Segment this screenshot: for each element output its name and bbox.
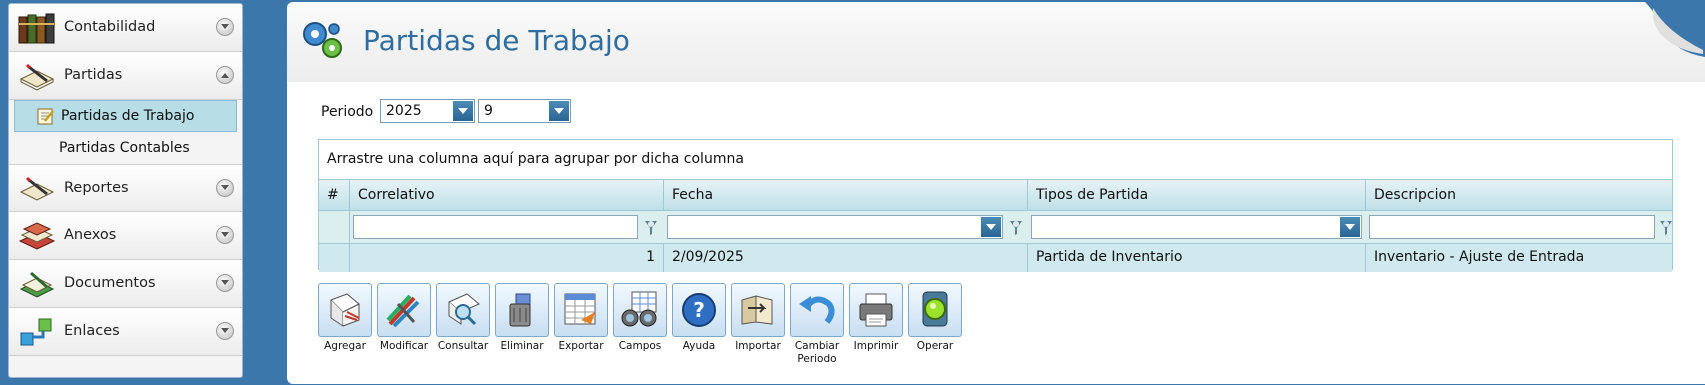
main-panel: Partidas de Trabajo Periodo 2025 9 Arras… [287, 2, 1705, 384]
descripcion-filter-input[interactable] [1369, 215, 1655, 239]
column-header-descripcion[interactable]: Descripcion [1366, 180, 1672, 210]
eliminar-button[interactable] [495, 283, 549, 337]
sidebar: Contabilidad Partidas Partidas de Trabaj… [0, 0, 248, 385]
page-title: Partidas de Trabajo [363, 24, 630, 57]
filter-icon[interactable] [1009, 220, 1023, 236]
collapse-toggle-icon[interactable] [216, 66, 234, 84]
column-header-tipos-de-partida[interactable]: Tipos de Partida [1028, 180, 1366, 210]
operar-label: Operar [916, 340, 954, 352]
modificar-button[interactable] [377, 283, 431, 337]
campos-button[interactable] [613, 283, 667, 337]
expand-toggle-icon[interactable] [216, 179, 234, 197]
partidas-grid: Arrastre una columna aquí para agrupar p… [318, 139, 1673, 272]
binoculars-icon [621, 291, 657, 327]
month-select[interactable]: 9 [478, 99, 571, 123]
sidebar-group-label: Documentos [64, 275, 156, 291]
month-value: 9 [484, 103, 493, 119]
fecha-cell: 2/09/2025 [664, 244, 1028, 272]
export-spreadsheet-icon [564, 293, 596, 325]
grid-header: # Correlativo Fecha Tipos de Partida Des… [319, 180, 1672, 211]
stacked-books-icon [18, 222, 56, 250]
consultar-button[interactable] [436, 283, 490, 337]
sidebar-item-partidas-contables[interactable]: Partidas Contables [9, 132, 242, 164]
descripcion-cell: Inventario - Ajuste de Entrada [1374, 249, 1585, 265]
sidebar-group-label: Contabilidad [64, 19, 156, 35]
document-pen-icon [19, 271, 55, 298]
sidebar-group-label: Partidas [64, 67, 123, 83]
notepad-icon [37, 108, 54, 125]
sidebar-group-label: Enlaces [64, 323, 120, 339]
importar-button[interactable] [731, 283, 785, 337]
books-icon [18, 13, 55, 44]
filter-icon[interactable] [644, 220, 658, 236]
sidebar-item-partidas-de-trabajo[interactable]: Partidas de Trabajo [14, 100, 237, 132]
ayuda-button[interactable]: ? [672, 283, 726, 337]
sidebar-group-reportes[interactable]: Reportes [9, 164, 242, 212]
expand-toggle-icon[interactable] [216, 18, 234, 36]
svg-text:?: ? [693, 298, 705, 322]
correlativo-cell: 1 [350, 244, 664, 272]
agregar-button[interactable] [318, 283, 372, 337]
expand-toggle-icon[interactable] [216, 322, 234, 340]
group-by-hint: Arrastre una columna aquí para agrupar p… [327, 151, 744, 167]
journal-pen-icon [19, 63, 55, 91]
column-header-fecha[interactable]: Fecha [664, 180, 1028, 210]
sidebar-group-partidas[interactable]: Partidas [9, 52, 242, 100]
expand-toggle-icon[interactable] [216, 274, 234, 292]
filter-icon[interactable] [1659, 220, 1673, 236]
traffic-light-icon [922, 291, 948, 327]
tipo-cell: Partida de Inventario [1028, 244, 1366, 272]
column-header-correlativo[interactable]: Correlativo [350, 180, 664, 210]
gears-icon [303, 22, 342, 58]
filter-row [319, 211, 1672, 244]
magnifier-document-icon [448, 293, 480, 326]
cambiar-periodo-button[interactable] [790, 283, 844, 337]
link-arrows-icon [20, 318, 52, 346]
chevron-down-icon[interactable] [1340, 217, 1360, 237]
sidebar-item-label: Partidas de Trabajo [61, 108, 195, 124]
fecha-filter-select[interactable] [667, 215, 1003, 239]
correlativo-filter-input[interactable] [353, 215, 638, 239]
operar-button[interactable] [908, 283, 962, 337]
year-select[interactable]: 2025 [380, 99, 475, 123]
report-pen-icon [19, 176, 55, 201]
chevron-down-icon[interactable] [453, 101, 473, 121]
chevron-down-icon[interactable] [549, 101, 569, 121]
printer-icon [859, 293, 893, 327]
periodo-label: Periodo [321, 104, 374, 120]
page-curl-decoration [1645, 2, 1705, 57]
sidebar-item-label: Partidas Contables [59, 140, 190, 156]
sidebar-group-label: Reportes [64, 180, 129, 196]
edit-pencils-icon [386, 294, 420, 328]
add-document-icon [330, 293, 360, 327]
page-header: Partidas de Trabajo [287, 2, 1705, 82]
sidebar-group-enlaces[interactable]: Enlaces [9, 308, 242, 356]
navigation-panel: Contabilidad Partidas Partidas de Trabaj… [8, 3, 243, 378]
expand-toggle-icon[interactable] [216, 226, 234, 244]
sidebar-group-contabilidad[interactable]: Contabilidad [9, 4, 242, 52]
tipos-de-partida-filter-select[interactable] [1031, 215, 1362, 239]
year-value: 2025 [386, 103, 422, 119]
table-row[interactable]: 1 2/09/2025 Partida de Inventario Invent… [319, 244, 1672, 272]
exportar-button[interactable] [554, 283, 608, 337]
undo-arrow-icon [799, 296, 835, 324]
help-icon: ? [682, 293, 716, 327]
trash-icon [509, 293, 531, 327]
sidebar-group-documentos[interactable]: Documentos [9, 260, 242, 308]
sidebar-group-anexos[interactable]: Anexos [9, 212, 242, 260]
group-by-panel[interactable]: Arrastre una columna aquí para agrupar p… [319, 140, 1672, 180]
import-folder-icon [741, 295, 773, 325]
row-number-cell [319, 244, 350, 272]
imprimir-button[interactable] [849, 283, 903, 337]
chevron-down-icon[interactable] [981, 217, 1001, 237]
sidebar-group-label: Anexos [64, 227, 117, 243]
filter-cell-number [319, 211, 350, 243]
column-header-number[interactable]: # [319, 180, 350, 210]
